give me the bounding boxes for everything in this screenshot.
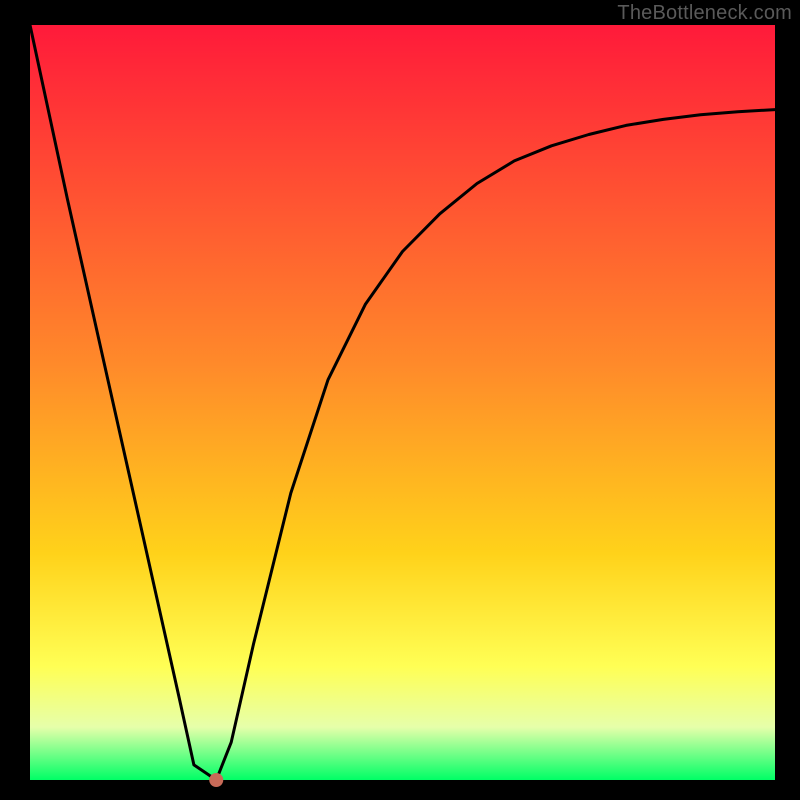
bottleneck-chart: [0, 0, 800, 800]
plot-background: [30, 25, 775, 780]
watermark-label: TheBottleneck.com: [617, 2, 792, 25]
chart-frame: TheBottleneck.com: [0, 0, 800, 800]
optimum-marker: [209, 773, 223, 787]
